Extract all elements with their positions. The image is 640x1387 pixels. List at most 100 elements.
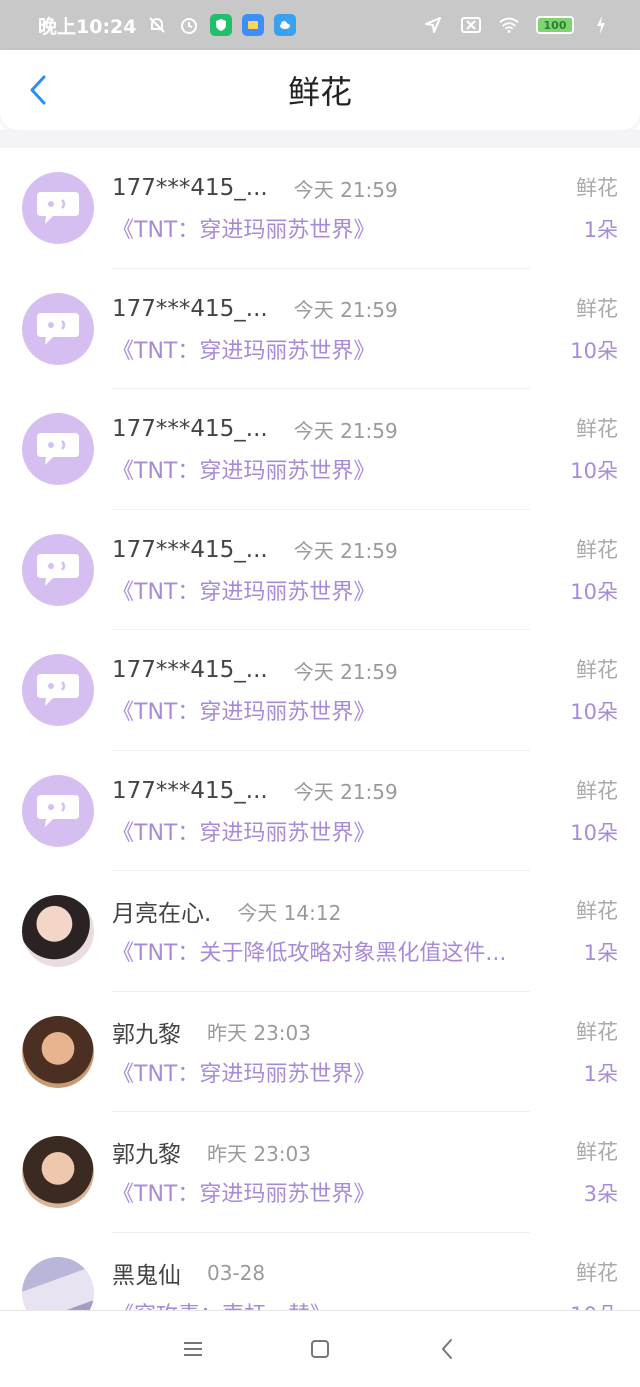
timestamp: 今天 21:59 — [293, 539, 398, 563]
gift-type: 鲜花 — [576, 1140, 618, 1164]
username[interactable]: 黑鬼仙 — [112, 1256, 181, 1290]
list-item[interactable]: 郭九黎 昨天 23:03 鲜花 《TNT：穿进玛丽苏世界》 3朵 — [0, 1112, 640, 1233]
row-header: 郭九黎 昨天 23:03 — [112, 1135, 618, 1169]
row-header: 177***415_... 今天 21:59 — [112, 534, 618, 566]
username[interactable]: 郭九黎 — [112, 1135, 181, 1169]
gift-count: 10朵 — [570, 459, 618, 483]
wifi-icon — [498, 14, 520, 36]
home-square-icon — [310, 1340, 329, 1358]
cloud-app-icon — [274, 14, 297, 36]
gift-count: 1朵 — [583, 1061, 618, 1086]
list-item[interactable]: 177***415_... 今天 21:59 鲜花 《TNT：穿进玛丽苏世界》 10朵 — [0, 630, 640, 751]
menu-button[interactable] — [173, 1329, 213, 1369]
gift-type: 鲜花 — [576, 296, 618, 321]
flower-gift-list[interactable]: 177***415_... 今天 21:59 鲜花 《TNT：穿进玛丽苏世界》 1朵 17… — [0, 148, 640, 1310]
username[interactable]: 177***415_... — [112, 657, 268, 683]
book-title[interactable]: 《TNT：穿进玛丽苏世界》 — [112, 1056, 572, 1088]
default-avatar-icon — [37, 674, 79, 706]
system-nav-bar — [0, 1310, 640, 1387]
row-header: 月亮在心. 今天 14:12 — [112, 894, 618, 928]
timestamp: 今天 21:59 — [293, 659, 398, 684]
row-header: 177***415_... 今天 21:59 — [112, 775, 618, 807]
username[interactable]: 月亮在心. — [112, 894, 211, 928]
avatar[interactable] — [22, 533, 94, 606]
avatar[interactable] — [22, 1256, 94, 1310]
avatar[interactable] — [22, 1015, 94, 1088]
gift-count: 1朵 — [583, 218, 618, 242]
gift-count: 10朵 — [570, 579, 618, 604]
book-title[interactable]: 《TNT：穿进玛丽苏世界》 — [112, 574, 572, 606]
gift-type: 鲜花 — [576, 537, 618, 562]
list-item[interactable]: 177***415_... 今天 21:59 鲜花 《TNT：穿进玛丽苏世界》 10朵 — [0, 510, 640, 630]
gift-type: 鲜花 — [576, 417, 618, 441]
wallet-app-icon — [242, 14, 265, 36]
gift-count: 1朵 — [583, 941, 618, 965]
home-button[interactable] — [300, 1329, 340, 1369]
default-avatar-icon — [37, 553, 79, 586]
row-header: 黑鬼仙 03-28 — [112, 1257, 618, 1289]
book-title[interactable]: 《TNT：穿进玛丽苏世界》 — [112, 212, 572, 244]
gift-count: 10朵 — [570, 1299, 618, 1311]
list-item[interactable]: 黑鬼仙 03-28 鲜花《穿攻毒：声杆一替》10朵 — [0, 1233, 640, 1311]
username[interactable]: 177***415_... — [112, 296, 268, 322]
gift-count: 10朵 — [570, 700, 618, 724]
avatar[interactable] — [22, 292, 94, 365]
header: 鲜花 — [0, 50, 640, 130]
battery-icon: 100 — [536, 16, 574, 34]
avatar[interactable] — [22, 654, 94, 726]
book-title[interactable]: 《TNT：穿进玛丽苏世界》 — [112, 694, 572, 726]
default-avatar-icon — [37, 794, 79, 827]
username[interactable]: 郭九黎 — [112, 1015, 181, 1049]
timestamp: 今天 21:59 — [293, 298, 398, 322]
header-gap — [0, 130, 640, 148]
book-title[interactable]: 《TNT：穿进玛丽苏世界》 — [112, 1176, 572, 1208]
avatar[interactable] — [22, 774, 94, 847]
back-icon — [441, 1339, 452, 1359]
shield-app-icon — [210, 14, 233, 36]
sim-off-icon — [460, 14, 482, 36]
default-avatar-icon — [37, 312, 79, 345]
username[interactable]: 177***415_... — [112, 778, 268, 804]
book-title[interactable]: 《TNT：关于降低攻略对象黑化值这件... — [112, 935, 572, 967]
username[interactable]: 177***415_... — [112, 416, 268, 442]
back-button[interactable] — [20, 72, 56, 108]
status-left: 晚上10:24 — [38, 12, 422, 39]
menu-icon — [184, 1342, 203, 1356]
list-item[interactable]: 月亮在心. 今天 14:12 鲜花 《TNT：关于降低攻略对象黑化值这件... 1朵 — [0, 871, 640, 992]
book-title[interactable]: 《TNT：穿进玛丽苏世界》 — [112, 815, 572, 847]
charging-icon — [590, 14, 612, 36]
list-item[interactable]: 郭九黎 昨天 23:03 鲜花 《TNT：穿进玛丽苏世界》 1朵 — [0, 992, 640, 1112]
username[interactable]: 177***415_... — [112, 175, 268, 201]
row-header: 郭九黎 昨天 23:03 — [112, 1016, 618, 1048]
timestamp: 昨天 23:03 — [207, 1141, 311, 1166]
list-item[interactable]: 177***415_... 今天 21:59 鲜花 《TNT：穿进玛丽苏世界》 10朵 — [0, 751, 640, 871]
chevron-left-icon — [30, 75, 46, 105]
gift-type: 鲜花 — [576, 1019, 618, 1044]
location-arrow-icon — [422, 14, 444, 36]
status-right: 100 — [422, 14, 612, 36]
username[interactable]: 177***415_... — [112, 537, 268, 563]
row-header: 177***415_... 今天 21:59 — [112, 413, 618, 445]
list-item[interactable]: 177***415_... 今天 21:59 鲜花 《TNT：穿进玛丽苏世界》 10朵 — [0, 389, 640, 510]
default-avatar-icon — [37, 192, 79, 224]
gift-count: 10朵 — [570, 820, 618, 845]
list-item[interactable]: 177***415_... 今天 21:59 鲜花 《TNT：穿进玛丽苏世界》 10朵 — [0, 269, 640, 389]
timestamp: 今天 21:59 — [293, 780, 398, 804]
book-title[interactable]: 《TNT：穿进玛丽苏世界》 — [112, 333, 572, 365]
gift-type: 鲜花 — [576, 176, 618, 200]
avatar[interactable] — [22, 895, 94, 967]
nav-back-button[interactable] — [427, 1329, 467, 1369]
avatar[interactable] — [22, 413, 94, 485]
mute-bell-icon — [146, 14, 168, 36]
list-item[interactable]: 177***415_... 今天 21:59 鲜花 《TNT：穿进玛丽苏世界》 1朵 — [0, 148, 640, 269]
alarm-icon — [178, 14, 200, 36]
page-title: 鲜花 — [287, 73, 352, 111]
status-bar: 晚上10:24 100 — [0, 0, 640, 50]
avatar[interactable] — [22, 1136, 94, 1208]
timestamp: 今天 21:59 — [293, 418, 398, 443]
default-avatar-icon — [37, 433, 79, 465]
book-title[interactable]: 《穿攻毒：声杆一替》 — [112, 1297, 572, 1311]
book-title[interactable]: 《TNT：穿进玛丽苏世界》 — [112, 453, 572, 485]
gift-type: 鲜花 — [576, 778, 618, 803]
avatar[interactable] — [22, 172, 94, 244]
